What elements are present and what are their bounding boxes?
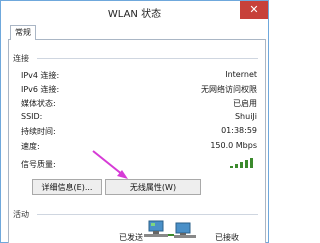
activity-group-title: 活动 bbox=[13, 210, 29, 219]
tab-general[interactable]: 常规 bbox=[10, 25, 36, 40]
activity-group-divider bbox=[37, 214, 258, 215]
sent-label: 已发送 bbox=[119, 233, 143, 242]
wlan-status-window: WLAN 状态 ✕ 常规 连接 IPv4 连接: Internet IPv6 连… bbox=[0, 0, 269, 243]
network-computers-icon bbox=[144, 220, 196, 238]
annotation-arrow-icon bbox=[92, 150, 128, 179]
received-label: 已接收 bbox=[215, 233, 239, 242]
